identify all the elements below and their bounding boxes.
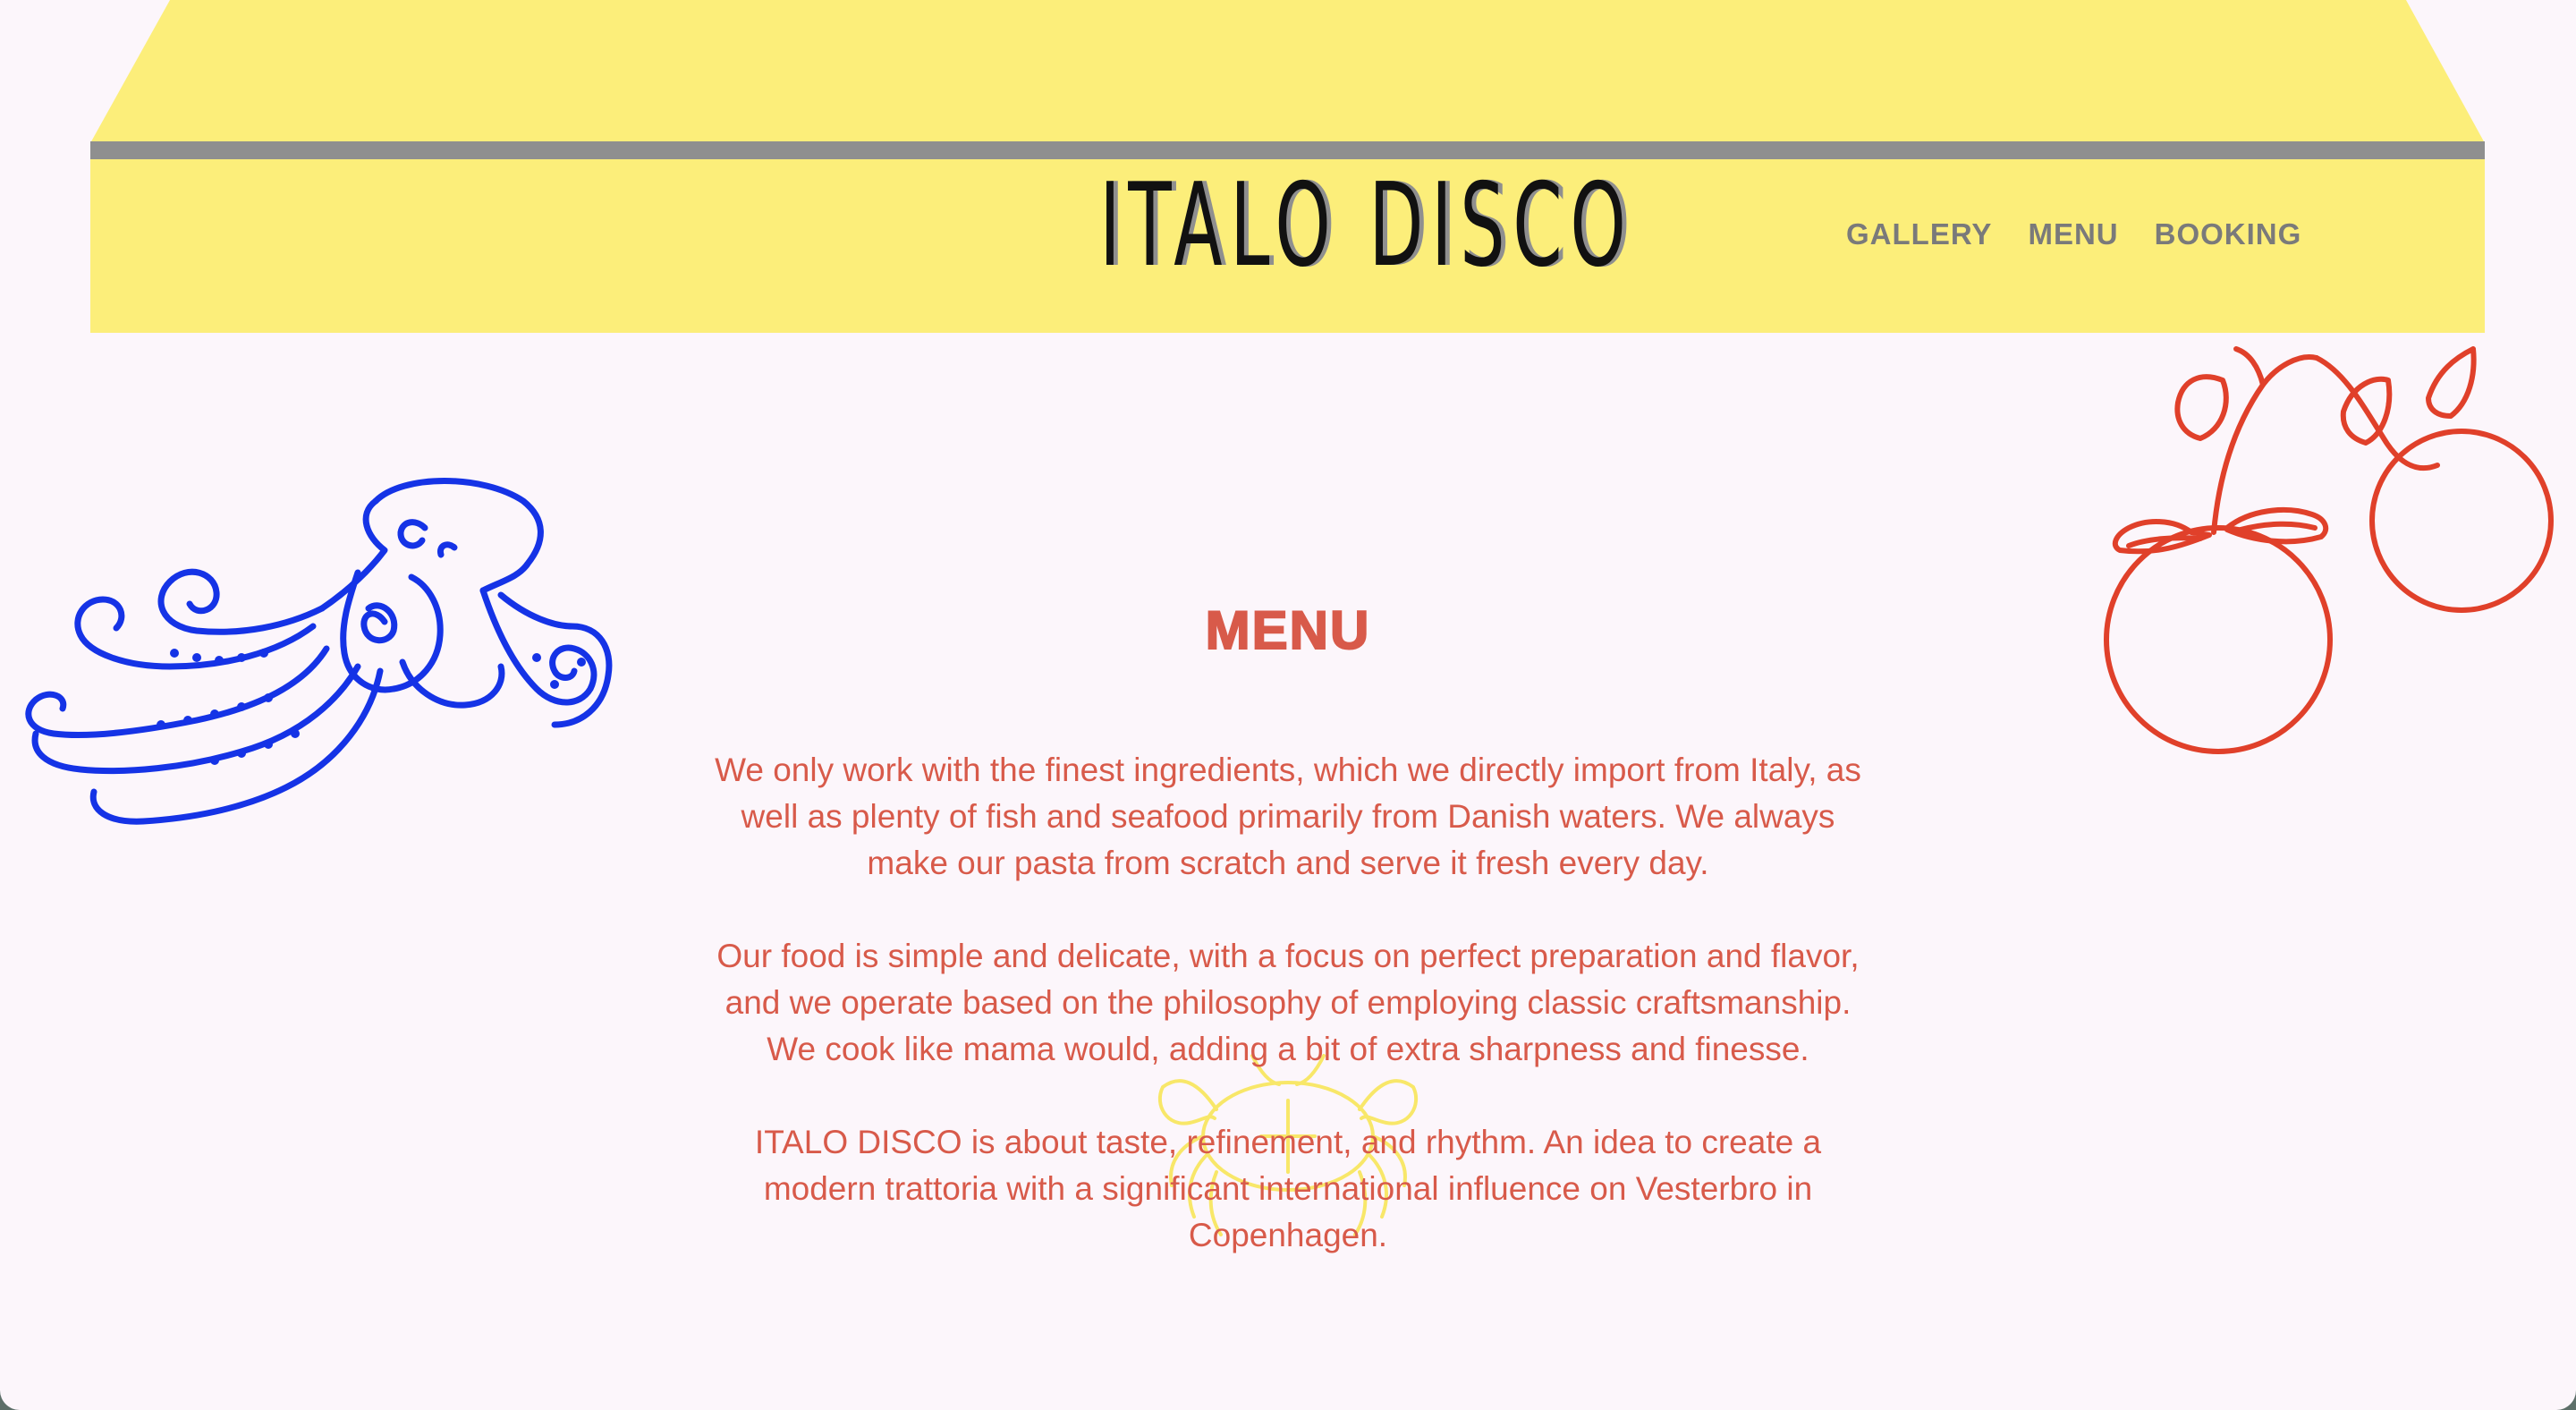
nav-link-gallery[interactable]: GALLERY	[1846, 217, 1992, 251]
page-title: MENU	[1205, 599, 1371, 661]
page: ITALO DISCO GALLERY MENU BOOKING MENU We…	[0, 0, 2576, 1410]
brand-logo[interactable]: ITALO DISCO	[1099, 159, 1626, 293]
intro-paragraph-3: ITALO DISCO is about taste, refinement, …	[754, 1124, 1822, 1253]
main-nav: GALLERY MENU BOOKING	[1846, 215, 2301, 254]
intro-paragraph-1: We only work with the finest ingredients…	[715, 752, 1861, 881]
nav-link-booking[interactable]: BOOKING	[2155, 217, 2302, 251]
intro-paragraph-2: Our food is simple and delicate, with a …	[716, 938, 1860, 1067]
nav-link-menu[interactable]: MENU	[2028, 217, 2118, 251]
menu-intro: We only work with the finest ingredients…	[707, 747, 1869, 1305]
octopus-illustration	[25, 478, 613, 825]
oranges-illustration	[2104, 346, 2554, 754]
